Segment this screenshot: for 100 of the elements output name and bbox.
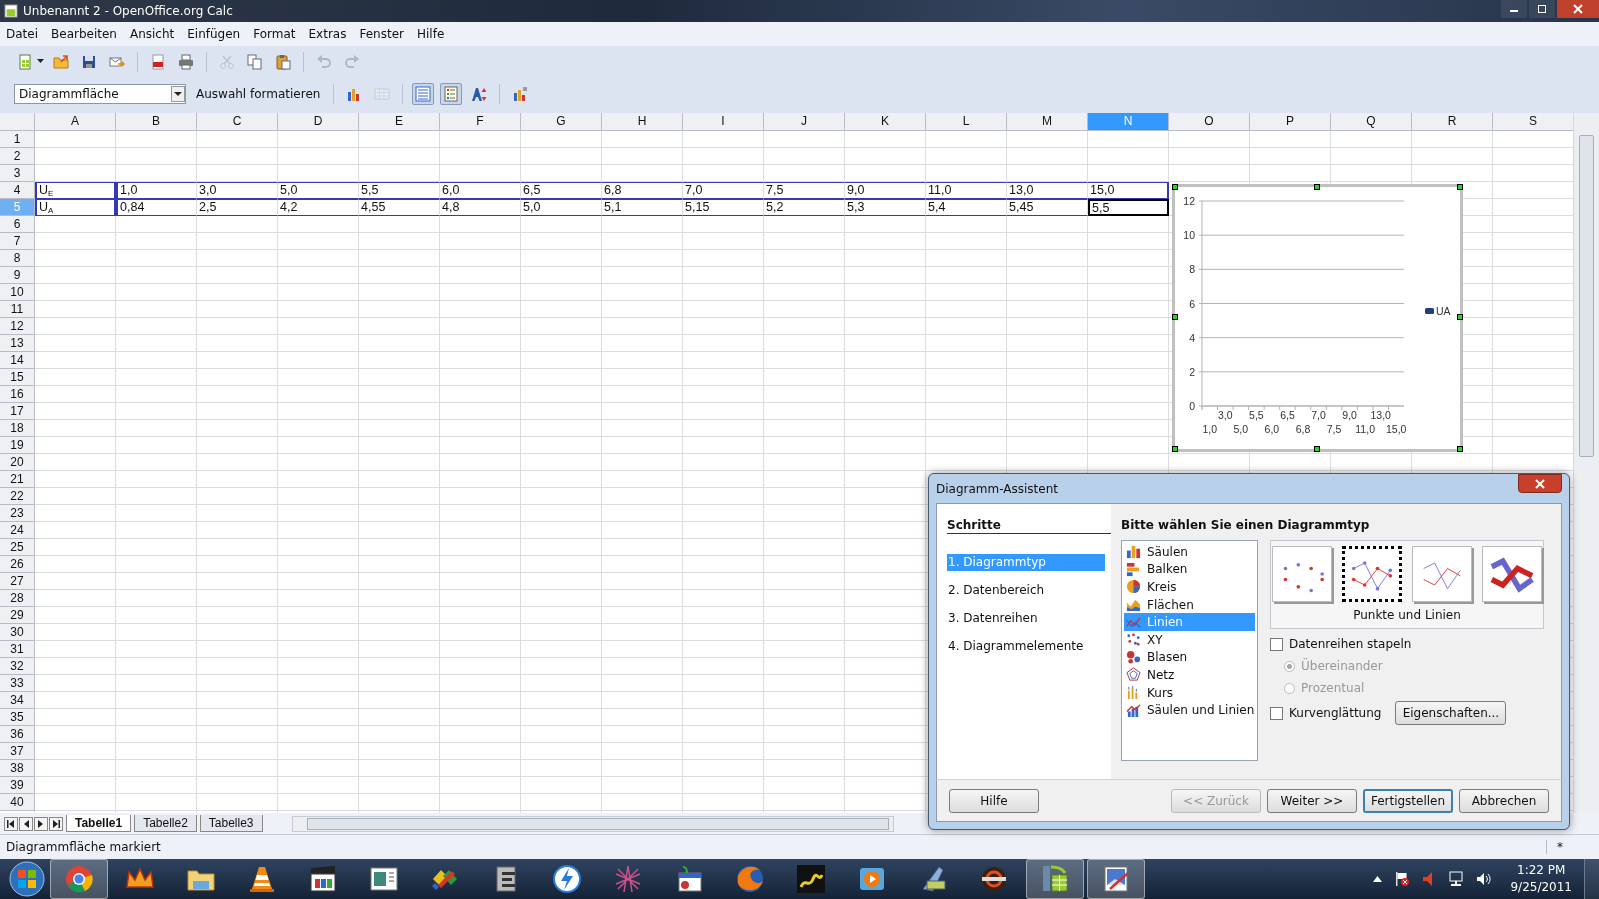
menu-item[interactable]: Extras [308, 27, 347, 41]
chart-type-item[interactable]: Säulen [1124, 543, 1255, 561]
legend-label: UA [1436, 304, 1451, 317]
x-tick-label: 7,5 [1326, 422, 1342, 435]
resize-handle[interactable] [1457, 183, 1463, 190]
clock-time[interactable]: 1:22 PM [1517, 862, 1566, 879]
chart-frame[interactable]: 0 2 4 6 8 10 12 1,0 3,0 5,0 5,5 6,0 6,5 6,8 7,0 7,5 9,0 11,0 13,0 15,0 UA [1172, 183, 1463, 452]
taskbar-app-button[interactable] [1087, 859, 1145, 899]
maximize-button[interactable] [1529, 0, 1555, 18]
column-header[interactable]: F [440, 112, 521, 131]
column-header[interactable]: O [1169, 112, 1250, 131]
resize-handle[interactable] [1172, 445, 1178, 452]
section-heading: Bitte wählen Sie einen Diagrammtyp [1121, 518, 1371, 532]
column-header[interactable]: I [683, 112, 764, 131]
chart-element-dropdown[interactable]: Diagrammfläche [14, 83, 186, 104]
menu-item[interactable]: Hilfe [417, 27, 445, 41]
column-header[interactable]: S [1493, 112, 1573, 131]
dialog-button[interactable]: Weiter >> [1267, 788, 1357, 813]
close-button[interactable] [1557, 0, 1599, 18]
x-tick-label: 1,0 [1202, 422, 1218, 435]
spreadsheet-icon [4, 4, 18, 18]
column-header[interactable]: B [116, 112, 197, 131]
sheet-nav-button[interactable] [4, 816, 18, 831]
y-tick-label: 2 [1189, 365, 1195, 378]
sheet-nav-icon [52, 819, 60, 828]
sheet-nav-button[interactable] [34, 816, 48, 831]
step-item[interactable]: 2. Datenbereich [947, 582, 1105, 599]
chart-type-item[interactable]: Säulen und Linien [1124, 701, 1255, 719]
column-header[interactable]: C [197, 112, 278, 131]
column-header[interactable]: J [764, 112, 845, 131]
stack-checkbox[interactable]: Datenreihen stapeln [1270, 633, 1551, 655]
menu-item[interactable]: Fenster [359, 27, 404, 41]
resize-handle[interactable] [1314, 183, 1320, 190]
properties-button[interactable]: Eigenschaften... [1395, 701, 1507, 725]
chart-type-item[interactable]: Flächen [1124, 595, 1255, 614]
chart-type-item[interactable]: Netz [1124, 666, 1255, 684]
flag-icon[interactable] [1394, 871, 1411, 887]
resize-handle[interactable] [1457, 445, 1463, 452]
close-icon [1535, 478, 1545, 489]
close-button[interactable] [1518, 474, 1562, 493]
save-icon [81, 53, 97, 70]
minimize-button[interactable] [1501, 0, 1527, 18]
chart-type-item[interactable]: Kreis [1124, 578, 1255, 596]
steps-heading: Schritte [947, 518, 1111, 534]
resize-handle[interactable] [1172, 313, 1178, 320]
column-header[interactable]: R [1412, 112, 1493, 131]
chart-type-item[interactable]: Kurs [1124, 683, 1255, 702]
vertical-scrollbar[interactable] [1573, 112, 1599, 814]
dialog-button[interactable]: Fertigstellen [1363, 788, 1453, 813]
menu-item[interactable]: Format [253, 27, 296, 41]
clock-date[interactable]: 9/25/2011 [1510, 879, 1572, 896]
column-line-chart-icon [1126, 702, 1141, 718]
sheet-tab[interactable]: Tabelle3 [199, 815, 263, 833]
window-title: Unbenannt 2 - OpenOffice.org Calc [23, 4, 233, 18]
dialog-button[interactable]: Hilfe [949, 788, 1039, 813]
format-selection-button[interactable]: Auswahl formatieren [192, 86, 325, 101]
dialog-button[interactable]: Abbrechen [1459, 788, 1549, 813]
menu-item[interactable]: Einfügen [187, 27, 241, 41]
y-tick-label: 6 [1189, 297, 1195, 310]
clapperboard-icon [307, 863, 339, 895]
chart-type-item[interactable]: Blasen [1124, 648, 1255, 667]
sheet-tab[interactable]: Tabelle1 [66, 815, 132, 833]
column-header[interactable]: P [1250, 112, 1331, 131]
resize-handle[interactable] [1172, 183, 1178, 190]
dropdown-arrow-icon[interactable] [37, 59, 44, 65]
chart-type-item[interactable]: Balken [1124, 560, 1255, 579]
resize-handle[interactable] [1314, 445, 1320, 452]
chart-variant-option[interactable] [1342, 546, 1402, 602]
menu-item[interactable]: Ansicht [129, 27, 175, 41]
windows-logo-icon [9, 861, 45, 897]
network-icon[interactable] [1448, 871, 1465, 887]
grid-lines-button[interactable] [412, 82, 435, 105]
copy-icon [247, 53, 263, 70]
area-chart-icon [1126, 597, 1141, 613]
column-header[interactable]: K [845, 112, 926, 131]
show-desktop-button[interactable] [1584, 859, 1599, 899]
column-header[interactable]: L [926, 112, 1007, 131]
sheet-nav-button[interactable] [49, 816, 63, 831]
column-header[interactable]: H [602, 112, 683, 131]
sheet-nav-button[interactable] [19, 816, 33, 831]
menu-item[interactable]: Bearbeiten [51, 27, 117, 41]
sheet-tab[interactable]: Tabelle2 [134, 815, 197, 833]
resize-handle[interactable] [1457, 313, 1463, 320]
show-hidden-icons-icon[interactable] [1373, 876, 1383, 882]
column-header[interactable]: G [521, 112, 602, 131]
chart-type-item[interactable]: XY [1124, 630, 1255, 649]
maximize-icon [1537, 4, 1547, 14]
column-header[interactable]: M [1007, 112, 1088, 131]
legend-button[interactable] [440, 82, 463, 105]
step-item[interactable]: 4. Diagrammelemente [947, 638, 1105, 655]
table-cell: 6,8 [602, 181, 683, 199]
smoothing-checkbox[interactable]: Kurvenglättung [1270, 702, 1382, 724]
volume-icon[interactable] [1476, 871, 1493, 887]
column-header[interactable]: A [35, 112, 116, 131]
menu-item[interactable]: Datei [6, 27, 38, 41]
step-item[interactable]: 3. Datenreihen [947, 610, 1105, 627]
column-header[interactable]: D [278, 112, 359, 131]
horizontal-scrollbar[interactable] [291, 815, 894, 832]
column-header[interactable]: Q [1331, 112, 1412, 131]
column-header[interactable]: E [359, 112, 440, 131]
